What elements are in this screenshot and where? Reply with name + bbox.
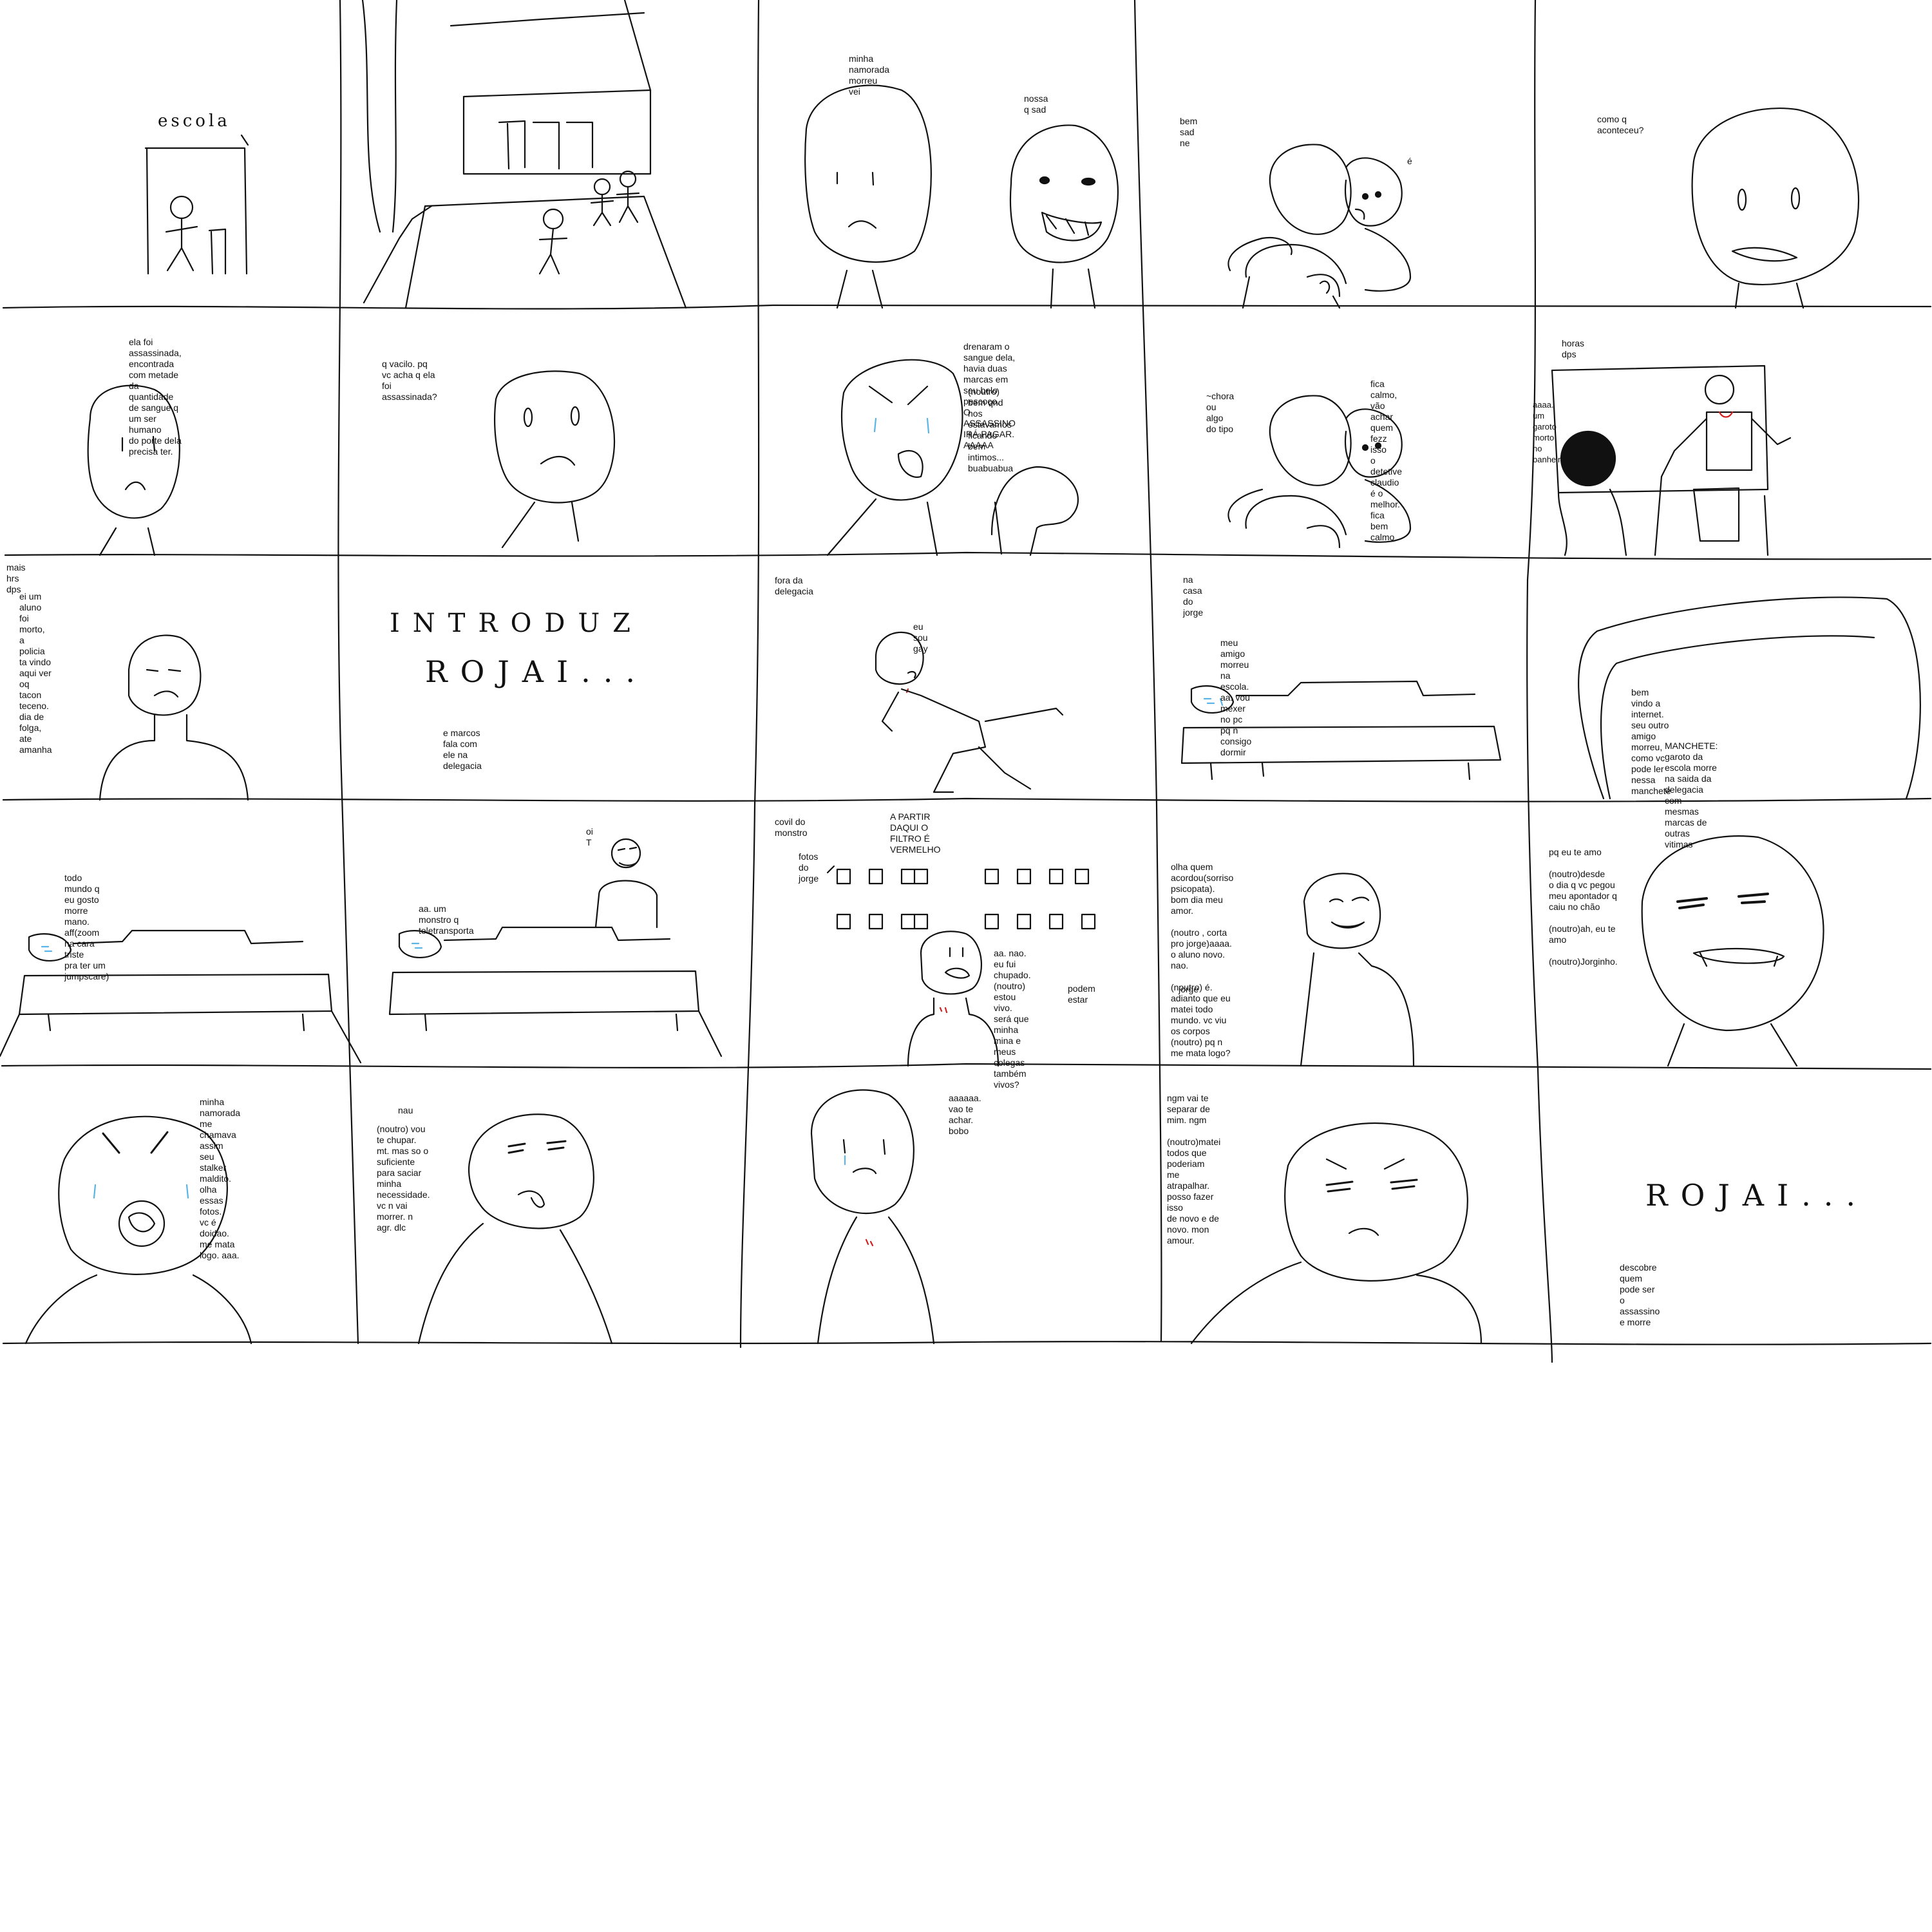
comic-drawing bbox=[0, 0, 1932, 1363]
speech-line: é bbox=[1407, 156, 1412, 166]
caption: mais hrs dps bbox=[6, 562, 26, 594]
caption: horas dps bbox=[1562, 338, 1585, 359]
speech-line: pq eu te amo (noutro)desde o dia q vc pe… bbox=[1549, 847, 1618, 967]
speech-line: e marcos fala com ele na delegacia bbox=[443, 728, 482, 771]
speech-line: bem sad ne bbox=[1180, 116, 1198, 148]
stick-figure bbox=[165, 195, 198, 272]
angry-monster-face bbox=[1641, 835, 1824, 1067]
sad-boy bbox=[804, 84, 932, 309]
speech-line: oi T bbox=[586, 826, 593, 848]
photo-wall bbox=[826, 865, 1096, 930]
speech-line: minha namorada me chamava assim seu stal… bbox=[200, 1097, 241, 1260]
speaker-name: jorge bbox=[1179, 984, 1199, 994]
computer-screen bbox=[1578, 596, 1921, 800]
psycho-smile bbox=[1300, 873, 1415, 1067]
speech-line: ~chora ou algo do tipo bbox=[1206, 391, 1235, 434]
monster-face-3 bbox=[1190, 1122, 1482, 1345]
speech-line: fica calmo, vão achar quem fezz isso o d… bbox=[1370, 379, 1403, 542]
speech-line: aaaa. um garoto morto no banheiro bbox=[1533, 400, 1566, 464]
caption: na casa do jorge bbox=[1183, 574, 1204, 618]
teacher-figure bbox=[99, 634, 249, 801]
headline: MANCHETE: garoto da escola morre na said… bbox=[1665, 741, 1718, 849]
school-building bbox=[144, 134, 249, 275]
speech-line: meu amigo morreu na escola. aa. vou mexe… bbox=[1220, 638, 1252, 757]
speech-line: podem estar bbox=[1068, 983, 1095, 1005]
bed-boy-2 bbox=[0, 929, 362, 1064]
banner-text: A PARTIR DAQUI O FILTRO É VERMELHO bbox=[890, 811, 941, 855]
speech-line: ngm vai te separar de mim. ngm (noutro)m… bbox=[1167, 1093, 1221, 1245]
curious-face bbox=[494, 370, 616, 549]
speech-line: minha namorada morreu vei bbox=[849, 53, 890, 97]
bathroom-scene bbox=[1551, 365, 1792, 556]
monster-face-2 bbox=[417, 1113, 613, 1345]
bed-monster-scene bbox=[388, 838, 723, 1057]
worried-face bbox=[1691, 108, 1860, 309]
speech-line: ela foi assassinada, encontrada com meta… bbox=[129, 337, 182, 457]
speech-line: (noutro) bem qnd nos estavamos ficando b… bbox=[968, 386, 1014, 473]
speech-line: q vacilo. pq vc acha q ela foi assassina… bbox=[382, 359, 437, 402]
panel-grid bbox=[1, 0, 1932, 1363]
speech-line: fotos do jorge bbox=[799, 851, 819, 884]
caption: fora da delegacia bbox=[775, 575, 813, 596]
speech-line: nau bbox=[398, 1105, 413, 1115]
school-sign: escola bbox=[158, 111, 231, 131]
speech-line: aa. nao. eu fui chupado. (noutro) estou … bbox=[994, 948, 1031, 1090]
caption: covil do monstro bbox=[775, 817, 808, 838]
scared-boy bbox=[810, 1089, 935, 1345]
hugging-pair bbox=[1227, 144, 1412, 309]
title-text: ROJAI... bbox=[425, 654, 649, 689]
speech-line: olha quem acordou(sorriso psicopata). bo… bbox=[1171, 862, 1234, 1058]
title-text: ROJAI... bbox=[1645, 1178, 1869, 1213]
crying-angry-boy bbox=[826, 359, 963, 556]
speech-line: descobre quem pode ser o assassino e mor… bbox=[1620, 1262, 1660, 1327]
bitten-boy bbox=[907, 931, 999, 1067]
speech-line: aaaaaa. vao te achar. bobo bbox=[949, 1093, 981, 1136]
girlfriend-figure bbox=[990, 466, 1079, 556]
speech-line: todo mundo q eu gosto morre mano. aff(zo… bbox=[64, 873, 109, 981]
boy-at-police bbox=[875, 631, 1064, 793]
speech-line: como q aconteceu? bbox=[1597, 114, 1644, 135]
speech-line: aa. um monstro q teletransporta bbox=[419, 904, 474, 936]
speech-line: (noutro) vou te chupar. mt. mas so o suf… bbox=[377, 1124, 430, 1233]
speech-line: nossa q sad bbox=[1024, 93, 1048, 115]
school-scene bbox=[361, 0, 687, 309]
speech-line: eu sou gay bbox=[913, 621, 928, 654]
speech-line: ei um aluno foi morto, a policia ta vind… bbox=[19, 591, 52, 755]
title-text: INTRODUZ bbox=[390, 609, 643, 638]
shocked-friend bbox=[1009, 124, 1119, 309]
